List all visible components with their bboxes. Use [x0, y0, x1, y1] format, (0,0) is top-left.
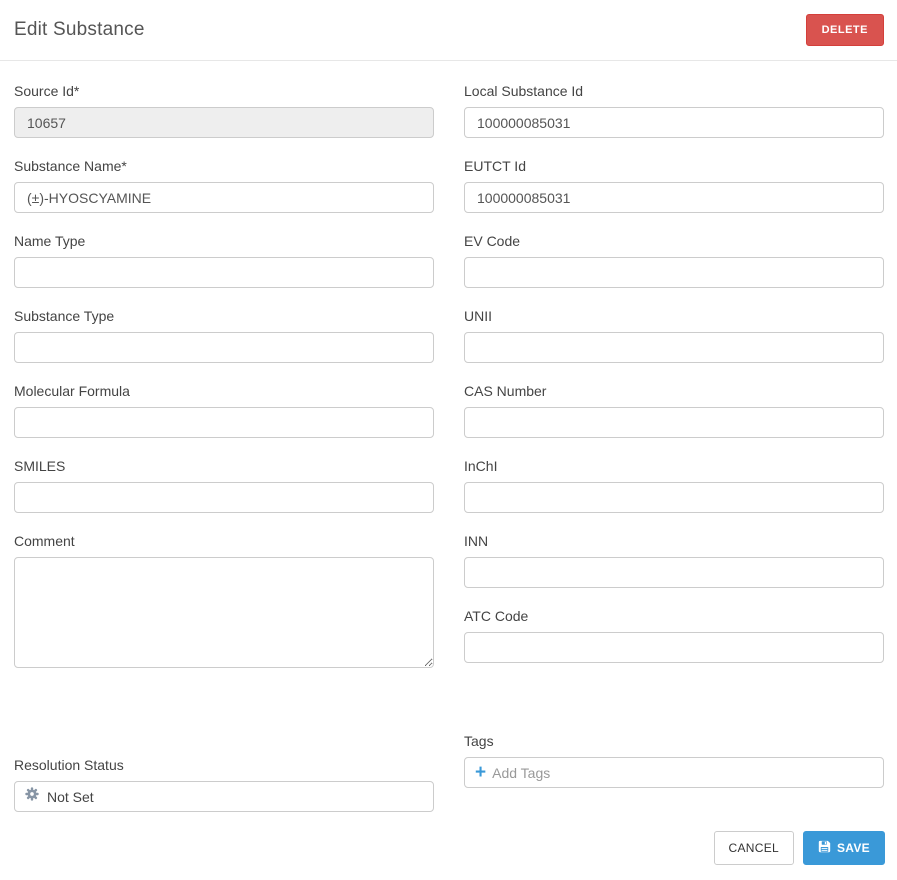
- cancel-button[interactable]: CANCEL: [714, 831, 794, 865]
- substance-name-label: Substance Name*: [14, 158, 434, 175]
- field-ev-code: EV Code: [464, 233, 884, 288]
- comment-label: Comment: [14, 533, 434, 550]
- gear-icon: [25, 787, 39, 806]
- field-inn: INN: [464, 533, 884, 588]
- resolution-status-label: Resolution Status: [14, 757, 434, 774]
- source-id-input: [14, 107, 434, 138]
- inn-label: INN: [464, 533, 884, 550]
- cas-number-input[interactable]: [464, 407, 884, 438]
- cas-number-label: CAS Number: [464, 383, 884, 400]
- page-title: Edit Substance: [14, 19, 145, 41]
- source-id-label: Source Id*: [14, 83, 434, 100]
- inchi-label: InChI: [464, 458, 884, 475]
- molecular-formula-label: Molecular Formula: [14, 383, 434, 400]
- field-name-type: Name Type: [14, 233, 434, 288]
- name-type-label: Name Type: [14, 233, 434, 250]
- atc-code-input[interactable]: [464, 632, 884, 663]
- field-inchi: InChI: [464, 458, 884, 513]
- field-substance-type: Substance Type: [14, 308, 434, 363]
- tags-input[interactable]: [492, 765, 873, 781]
- smiles-label: SMILES: [14, 458, 434, 475]
- local-substance-id-label: Local Substance Id: [464, 83, 884, 100]
- field-smiles: SMILES: [14, 458, 434, 513]
- eutct-id-input[interactable]: [464, 182, 884, 213]
- atc-code-label: ATC Code: [464, 608, 884, 625]
- field-unii: UNII: [464, 308, 884, 363]
- field-resolution-status: Resolution Status: [14, 757, 434, 812]
- eutct-id-label: EUTCT Id: [464, 158, 884, 175]
- inchi-input[interactable]: [464, 482, 884, 513]
- save-floppy-icon: [818, 840, 831, 856]
- substance-type-label: Substance Type: [14, 308, 434, 325]
- field-tags: Tags +: [464, 733, 884, 788]
- save-button[interactable]: SAVE: [803, 831, 885, 865]
- footer-actions: CANCEL SAVE: [714, 831, 885, 865]
- name-type-input[interactable]: [14, 257, 434, 288]
- form-left-column: Source Id* Substance Name* Name Type Sub…: [14, 83, 434, 832]
- field-cas-number: CAS Number: [464, 383, 884, 438]
- plus-icon: +: [475, 763, 486, 782]
- field-substance-name: Substance Name*: [14, 158, 434, 213]
- unii-input[interactable]: [464, 332, 884, 363]
- tags-box[interactable]: +: [464, 757, 884, 788]
- field-source-id: Source Id*: [14, 83, 434, 138]
- inn-input[interactable]: [464, 557, 884, 588]
- ev-code-input[interactable]: [464, 257, 884, 288]
- smiles-input[interactable]: [14, 482, 434, 513]
- ev-code-label: EV Code: [464, 233, 884, 250]
- field-atc-code: ATC Code: [464, 608, 884, 663]
- comment-textarea[interactable]: [14, 557, 434, 668]
- edit-substance-panel: Edit Substance DELETE Source Id* Substan…: [0, 0, 897, 880]
- tags-label: Tags: [464, 733, 884, 750]
- panel-header: Edit Substance DELETE: [0, 0, 897, 61]
- field-local-substance-id: Local Substance Id: [464, 83, 884, 138]
- local-substance-id-input[interactable]: [464, 107, 884, 138]
- molecular-formula-input[interactable]: [14, 407, 434, 438]
- unii-label: UNII: [464, 308, 884, 325]
- substance-type-input[interactable]: [14, 332, 434, 363]
- form-area: Source Id* Substance Name* Name Type Sub…: [0, 61, 897, 832]
- field-molecular-formula: Molecular Formula: [14, 383, 434, 438]
- save-button-label: SAVE: [837, 841, 870, 855]
- field-eutct-id: EUTCT Id: [464, 158, 884, 213]
- field-comment: Comment: [14, 533, 434, 673]
- form-right-column: Local Substance Id EUTCT Id EV Code UNII…: [464, 83, 884, 832]
- delete-button[interactable]: DELETE: [806, 14, 884, 46]
- resolution-status-box[interactable]: Not Set: [14, 781, 434, 812]
- resolution-status-value: Not Set: [47, 789, 94, 805]
- substance-name-input[interactable]: [14, 182, 434, 213]
